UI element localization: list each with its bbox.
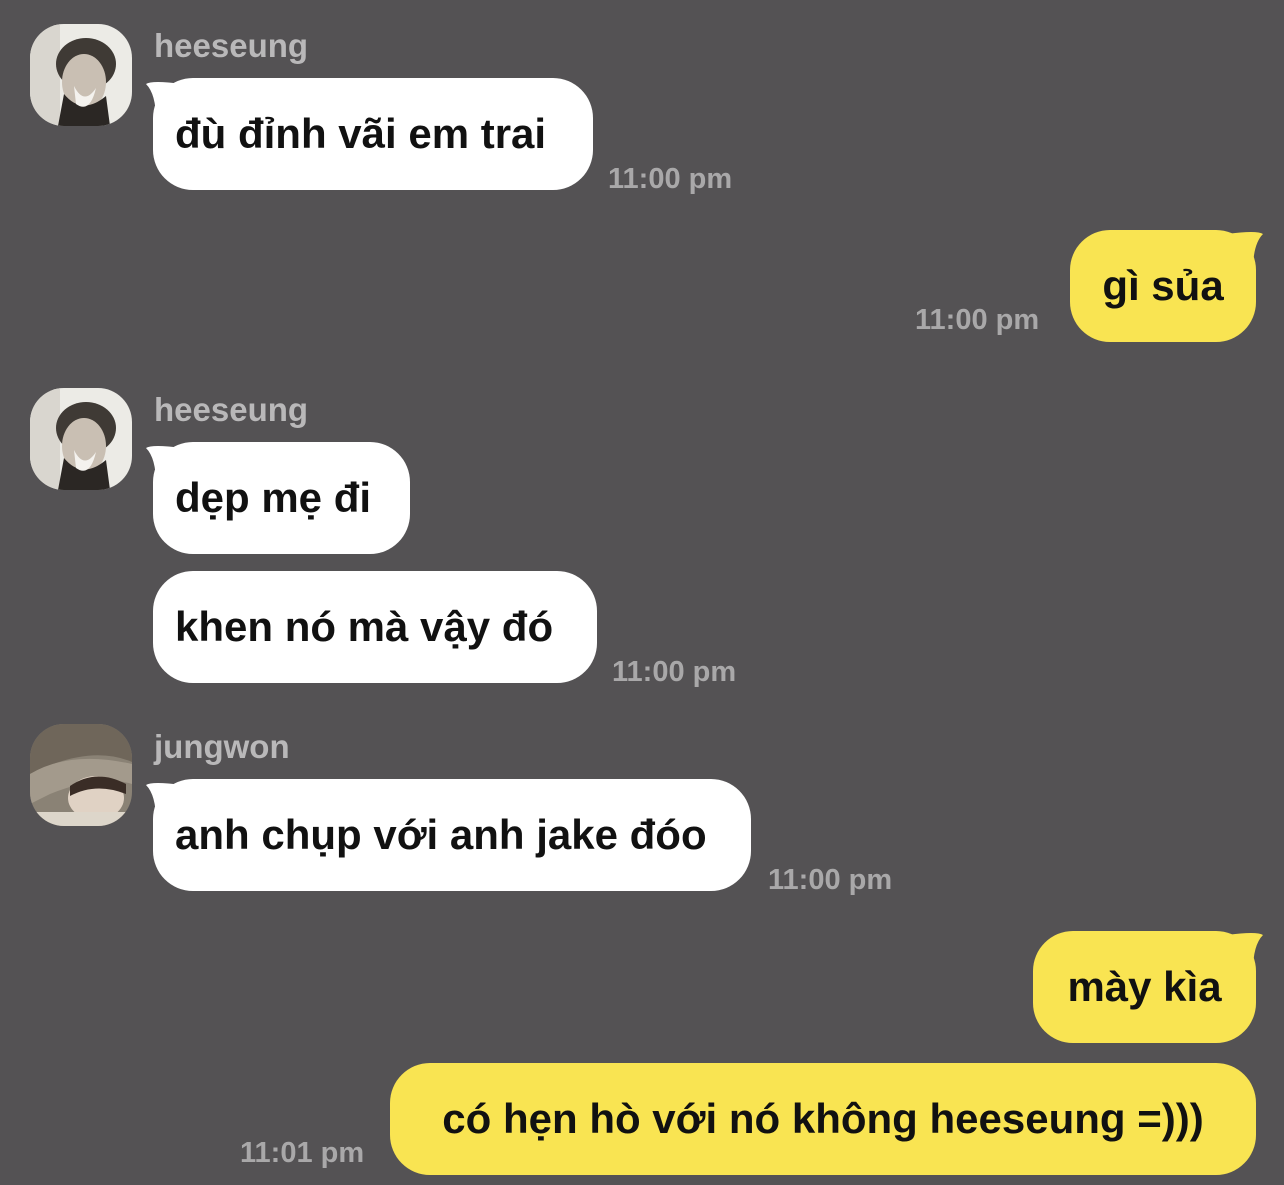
- message-timestamp: 11:00 pm: [768, 864, 893, 896]
- message-timestamp: 11:00 pm: [915, 304, 1040, 336]
- message-bubble[interactable]: mày kìa: [1033, 931, 1256, 1043]
- message-bubble[interactable]: khen nó mà vậy đó: [153, 571, 597, 683]
- message-bubble[interactable]: anh chụp với anh jake đóo: [153, 779, 751, 891]
- sender-name: jungwon: [154, 728, 290, 765]
- jungwon-avatar[interactable]: [30, 724, 132, 826]
- chat-thread: heeseung đù đỉnh vãi em trai 11:00 pm gì…: [0, 0, 1284, 1185]
- sender-name: heeseung: [154, 27, 309, 64]
- message-timestamp: 11:00 pm: [612, 656, 737, 688]
- message-bubble[interactable]: đù đỉnh vãi em trai: [153, 78, 593, 190]
- heeseung-avatar[interactable]: [30, 24, 132, 126]
- message-bubble[interactable]: có hẹn hò với nó không heeseung =))): [390, 1063, 1256, 1175]
- message-timestamp: 11:00 pm: [608, 163, 733, 195]
- sender-name: heeseung: [154, 391, 309, 428]
- message-timestamp: 11:01 pm: [240, 1137, 365, 1169]
- heeseung-avatar[interactable]: [30, 388, 132, 490]
- message-bubble[interactable]: gì sủa: [1070, 230, 1256, 342]
- message-bubble[interactable]: dẹp mẹ đi: [153, 442, 410, 554]
